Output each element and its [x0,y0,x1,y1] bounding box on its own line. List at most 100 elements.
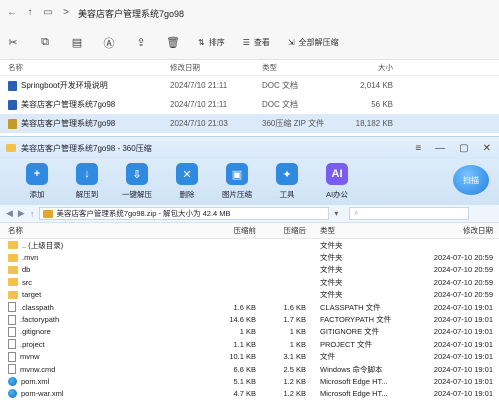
col-type[interactable]: 类型 [310,225,402,236]
column-date[interactable]: 修改日期 [170,62,262,73]
toolbar-button-image-compress[interactable]: ▣ 图片压缩 [212,163,262,200]
item-date: 2024-07-10 20:59 [433,277,493,287]
item-name: .classpath [0,302,200,313]
item-name: target [0,290,200,299]
path-dropdown-icon[interactable]: ▾ [334,209,338,218]
image-compress-icon: ▣ [226,163,248,185]
item-name: pom.xml [0,376,200,386]
col-original[interactable]: 压缩后 [260,225,310,236]
toolbar-button-add[interactable]: + 添加 [12,163,62,200]
close-icon[interactable]: ✕ [483,143,491,154]
toolbar-label: 一键解压 [122,190,152,199]
list-item[interactable]: pom-war.xml 4.7 KB 1.2 KB Microsoft Edge HT… [0,388,499,400]
copy-icon[interactable]: ⧉ [38,36,52,49]
cut-icon[interactable]: ✂ [6,36,20,49]
delete-icon: ✕ [176,163,198,185]
file-type: DOC 文档 [262,100,298,109]
column-type[interactable]: 类型 [262,62,337,73]
file-type: 360压缩 ZIP 文件 [262,119,325,128]
archive-search-input[interactable]: ⌕ [349,207,470,220]
minimize-icon[interactable]: — [435,143,445,154]
item-date: 2024-07-10 19:01 [433,352,493,362]
col-compressed[interactable]: 压缩前 [200,225,260,236]
toolbar-button-extract-to[interactable]: ↓ 解压到 [62,163,112,200]
list-item[interactable]: .gitignore 1 KB 1 KB GITIGNORE 文件 2024-07-10… [0,326,499,338]
sort-button[interactable]: ⇅ 排序 [198,37,225,48]
list-item[interactable]: pom.xml 5.1 KB 1.2 KB Microsoft Edge HT... 2… [0,375,499,387]
menu-icon[interactable]: ≡ [415,143,421,154]
item-type: 文件夹 [320,265,343,275]
file-name: Springboot开发环境说明 [0,80,170,91]
toolbar-label: 添加 [29,190,45,199]
toolbar-label: AI办公 [325,190,349,199]
file-icon [8,339,16,350]
item-date: 2024-07-10 20:59 [433,265,493,275]
item-name: mvnw [0,351,200,362]
back-arrow-icon[interactable]: ← [6,7,18,19]
list-item[interactable]: .factorypath 14.6 KB 1.7 KB FACTORYPATH 文件 2… [0,313,499,325]
paste-icon[interactable]: ▤ [70,36,84,49]
scan-button[interactable]: 扫描 [453,165,489,195]
item-type: Microsoft Edge HT... [320,389,388,399]
item-name: db [0,265,200,274]
col-date[interactable]: 修改日期 [402,225,499,236]
view-button[interactable]: ☰ 查看 [243,37,270,48]
column-size[interactable]: 大小 [337,62,417,73]
toolbar-button-one-click-extract[interactable]: ⇩ 一键解压 [112,163,162,200]
share-icon[interactable]: ⇪ [134,36,148,49]
list-item[interactable]: .. (上级目录) 文件夹 [0,239,499,251]
item-type: FACTORYPATH 文件 [320,315,392,325]
col-name[interactable]: 名称 [0,225,200,236]
list-item[interactable]: .classpath 1.6 KB 1.6 KB CLASSPATH 文件 2024-0… [0,301,499,313]
folder-icon [8,265,18,274]
column-name[interactable]: 名称 [0,62,170,73]
item-date: 2024-07-10 19:01 [433,376,493,386]
list-item[interactable]: db 文件夹 2024-07-10 20:59 [0,264,499,276]
archive-column-header: 名称 压缩前 压缩后 类型 修改日期 [0,223,499,239]
breadcrumb[interactable]: 美容店客户管理系统7go98 [78,7,184,20]
table-row[interactable]: 美容店客户管理系统7go98 2024/7/10 21:03 360压缩 ZIP 文… [0,114,499,133]
item-compressed: 14.6 KB [229,315,256,325]
toolbar-button-ai-office[interactable]: AI AI办公 [312,163,362,200]
toolbar-button-delete[interactable]: ✕ 删除 [162,163,212,200]
list-item[interactable]: target 文件夹 2024-07-10 20:59 [0,289,499,301]
table-row[interactable]: Springboot开发环境说明 2024/7/10 21:11 DOC 文档 2,0… [0,76,499,95]
item-name: .. (上级目录) [0,240,200,251]
file-icon [8,364,16,375]
item-date: 2024-07-10 19:01 [433,339,493,349]
archive-toolbar: + 添加 ↓ 解压到 ⇩ 一键解压 ✕ 删除 ▣ 图片压缩 ✦ 工具 AI AI办公 扫描 [0,159,499,205]
item-date: 2024-07-10 19:01 [433,389,493,399]
file-icon [8,118,17,129]
list-item[interactable]: mvnw.cmd 6.6 KB 2.5 KB Windows 命令脚本 2024-07-… [0,363,499,375]
item-original: 1 KB [289,327,306,337]
extract-all-button[interactable]: ⇲ 全部解压缩 [288,37,339,48]
file-icon [8,351,16,362]
up-arrow-icon[interactable]: ↑ [24,7,36,19]
file-name: 美容店客户管理系统7go98 [0,118,170,129]
item-name: src [0,278,200,287]
rename-icon[interactable]: Ⓐ [102,35,116,51]
item-compressed: 4.7 KB [233,389,256,399]
table-row[interactable]: 美容店客户管理系统7go98 2024/7/10 21:11 DOC 文档 56 KB [0,95,499,114]
archive-path-bar: ◀ ▶ ↑ 美容店客户管理系统7go98.zip - 解包大小为 42.4 MB… [0,205,499,223]
list-item[interactable]: .mvn 文件夹 2024-07-10 20:59 [0,251,499,263]
item-date: 2024-07-10 20:59 [433,290,493,300]
delete-icon[interactable]: 🗑 [166,36,180,49]
maximize-icon[interactable]: ▢ [459,143,468,154]
forward-icon[interactable]: ▶ [18,208,25,219]
up-icon[interactable]: ↑ [30,209,35,219]
monitor-icon[interactable]: ▭ [42,7,54,19]
ai-office-icon: AI [326,163,348,185]
back-icon[interactable]: ◀ [6,208,13,219]
item-compressed: 1 KB [239,327,256,337]
sort-icon: ⇅ [198,38,205,47]
item-compressed: 10.1 KB [229,352,256,362]
zip-file-icon [43,209,54,218]
archive-path-box[interactable]: 美容店客户管理系统7go98.zip - 解包大小为 42.4 MB [39,207,330,220]
list-item[interactable]: src 文件夹 2024-07-10 20:59 [0,276,499,288]
list-item[interactable]: mvnw 10.1 KB 3.1 KB 文件 2024-07-10 19:01 [0,351,499,363]
item-type: 文件夹 [320,290,343,300]
toolbar-button-tools[interactable]: ✦ 工具 [262,163,312,200]
archive-window: 美容店客户管理系统7go98 - 360压缩 ≡ — ▢ ✕ + 添加 ↓ 解压到 ⇩ 一… [0,136,499,406]
list-item[interactable]: .project 1.1 KB 1 KB PROJECT 文件 2024-07-10 1… [0,338,499,350]
